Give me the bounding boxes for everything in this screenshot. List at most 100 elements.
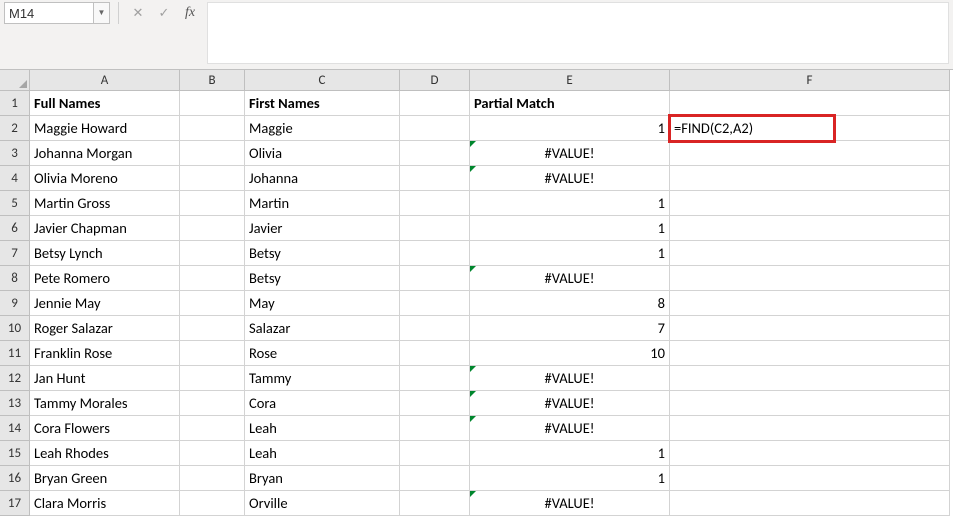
cell-B15[interactable]: [180, 441, 245, 466]
cell-A17[interactable]: Clara Morris: [30, 491, 180, 516]
cell-A9[interactable]: Jennie May: [30, 291, 180, 316]
cell-A5[interactable]: Martin Gross: [30, 191, 180, 216]
cell-F9[interactable]: [670, 291, 950, 316]
cell-F7[interactable]: [670, 241, 950, 266]
cell-B5[interactable]: [180, 191, 245, 216]
cell-B1[interactable]: [180, 91, 245, 116]
cell-B6[interactable]: [180, 216, 245, 241]
cell-C7[interactable]: Betsy: [245, 241, 400, 266]
cell-E17[interactable]: #VALUE!: [470, 491, 670, 516]
cell-E3[interactable]: #VALUE!: [470, 141, 670, 166]
column-header-F[interactable]: F: [670, 70, 950, 91]
cell-D12[interactable]: [400, 366, 470, 391]
cell-C3[interactable]: Olivia: [245, 141, 400, 166]
cell-E2[interactable]: 1: [470, 116, 670, 141]
row-header[interactable]: 5: [0, 191, 30, 216]
cell-B9[interactable]: [180, 291, 245, 316]
cell-E6[interactable]: 1: [470, 216, 670, 241]
row-header[interactable]: 12: [0, 366, 30, 391]
cell-D14[interactable]: [400, 416, 470, 441]
cell-B3[interactable]: [180, 141, 245, 166]
cell-F16[interactable]: [670, 466, 950, 491]
cell-F10[interactable]: [670, 316, 950, 341]
cell-D4[interactable]: [400, 166, 470, 191]
cell-E11[interactable]: 10: [470, 341, 670, 366]
select-all-corner[interactable]: [0, 70, 30, 91]
cell-C4[interactable]: Johanna: [245, 166, 400, 191]
cell-A16[interactable]: Bryan Green: [30, 466, 180, 491]
cell-F3[interactable]: [670, 141, 950, 166]
cell-A10[interactable]: Roger Salazar: [30, 316, 180, 341]
cell-E12[interactable]: #VALUE!: [470, 366, 670, 391]
cell-A13[interactable]: Tammy Morales: [30, 391, 180, 416]
cell-C13[interactable]: Cora: [245, 391, 400, 416]
cell-B10[interactable]: [180, 316, 245, 341]
cell-E8[interactable]: #VALUE!: [470, 266, 670, 291]
cell-B17[interactable]: [180, 491, 245, 516]
cell-F8[interactable]: [670, 266, 950, 291]
column-header-B[interactable]: B: [180, 70, 245, 91]
cell-C10[interactable]: Salazar: [245, 316, 400, 341]
cell-E9[interactable]: 8: [470, 291, 670, 316]
formula-input[interactable]: [207, 2, 949, 64]
cell-E7[interactable]: 1: [470, 241, 670, 266]
cell-F4[interactable]: [670, 166, 950, 191]
row-header[interactable]: 14: [0, 416, 30, 441]
cell-D13[interactable]: [400, 391, 470, 416]
column-header-D[interactable]: D: [400, 70, 470, 91]
column-header-A[interactable]: A: [30, 70, 180, 91]
cell-F1[interactable]: [670, 91, 950, 116]
cell-B14[interactable]: [180, 416, 245, 441]
row-header[interactable]: 15: [0, 441, 30, 466]
cell-C9[interactable]: May: [245, 291, 400, 316]
cell-A2[interactable]: Maggie Howard: [30, 116, 180, 141]
cell-D8[interactable]: [400, 266, 470, 291]
cell-D2[interactable]: [400, 116, 470, 141]
fx-icon[interactable]: fx: [179, 2, 201, 24]
cell-E1[interactable]: Partial Match: [470, 91, 670, 116]
column-header-E[interactable]: E: [470, 70, 670, 91]
cell-C8[interactable]: Betsy: [245, 266, 400, 291]
cell-A12[interactable]: Jan Hunt: [30, 366, 180, 391]
cell-A14[interactable]: Cora Flowers: [30, 416, 180, 441]
cell-D17[interactable]: [400, 491, 470, 516]
cell-D16[interactable]: [400, 466, 470, 491]
cell-F15[interactable]: [670, 441, 950, 466]
cell-E15[interactable]: 1: [470, 441, 670, 466]
cell-C14[interactable]: Leah: [245, 416, 400, 441]
cell-D1[interactable]: [400, 91, 470, 116]
cell-F13[interactable]: [670, 391, 950, 416]
row-header[interactable]: 3: [0, 141, 30, 166]
cell-A7[interactable]: Betsy Lynch: [30, 241, 180, 266]
row-header[interactable]: 7: [0, 241, 30, 266]
cell-C16[interactable]: Bryan: [245, 466, 400, 491]
cell-B11[interactable]: [180, 341, 245, 366]
cell-A1[interactable]: Full Names: [30, 91, 180, 116]
row-header[interactable]: 17: [0, 491, 30, 516]
cell-C6[interactable]: Javier: [245, 216, 400, 241]
cell-B12[interactable]: [180, 366, 245, 391]
cell-C5[interactable]: Martin: [245, 191, 400, 216]
row-header[interactable]: 16: [0, 466, 30, 491]
cell-A4[interactable]: Olivia Moreno: [30, 166, 180, 191]
cell-A3[interactable]: Johanna Morgan: [30, 141, 180, 166]
column-header-C[interactable]: C: [245, 70, 400, 91]
row-header[interactable]: 10: [0, 316, 30, 341]
cell-E13[interactable]: #VALUE!: [470, 391, 670, 416]
cell-F2[interactable]: =FIND(C2,A2): [670, 116, 950, 141]
cell-E10[interactable]: 7: [470, 316, 670, 341]
row-header[interactable]: 9: [0, 291, 30, 316]
cell-A11[interactable]: Franklin Rose: [30, 341, 180, 366]
cell-B8[interactable]: [180, 266, 245, 291]
cancel-icon[interactable]: ✕: [127, 2, 149, 24]
cell-B13[interactable]: [180, 391, 245, 416]
cell-E14[interactable]: #VALUE!: [470, 416, 670, 441]
cell-C1[interactable]: First Names: [245, 91, 400, 116]
cell-E4[interactable]: #VALUE!: [470, 166, 670, 191]
enter-icon[interactable]: ✓: [153, 2, 175, 24]
cell-B7[interactable]: [180, 241, 245, 266]
cell-A8[interactable]: Pete Romero: [30, 266, 180, 291]
cell-F11[interactable]: [670, 341, 950, 366]
row-header[interactable]: 13: [0, 391, 30, 416]
cell-A6[interactable]: Javier Chapman: [30, 216, 180, 241]
